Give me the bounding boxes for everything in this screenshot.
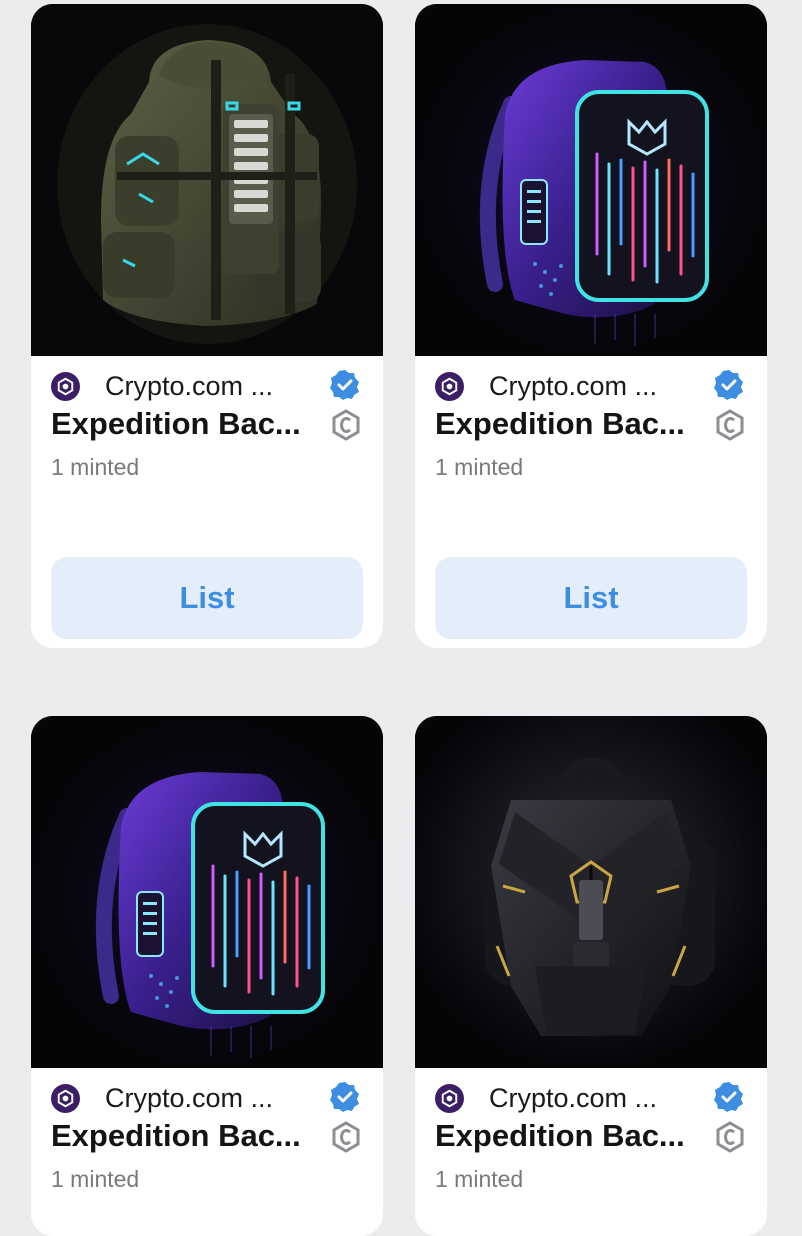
olive-green-expedition-backpack-image[interactable] bbox=[31, 4, 383, 356]
cro-coin-icon bbox=[716, 1121, 744, 1153]
verified-badge-icon bbox=[330, 1082, 359, 1112]
item-title: Expedition Bac... bbox=[51, 406, 301, 441]
title-row[interactable]: Expedition Bac... bbox=[435, 1118, 747, 1158]
collectibles-grid: Crypto.com ... Expedition Bac... 1 minte… bbox=[0, 0, 802, 1236]
creator-name: Crypto.com ... bbox=[105, 371, 274, 401]
creator-row[interactable]: Crypto.com ... bbox=[51, 1081, 363, 1115]
title-row[interactable]: Expedition Bac... bbox=[435, 406, 747, 446]
cro-coin-icon bbox=[716, 409, 744, 441]
cro-coin-icon bbox=[332, 409, 360, 441]
verified-badge-icon bbox=[714, 1082, 743, 1112]
verified-badge-icon bbox=[330, 370, 359, 400]
creator-name: Crypto.com ... bbox=[105, 1083, 274, 1113]
card-info: Crypto.com ... Expedition Bac... 1 minte… bbox=[415, 356, 767, 556]
minted-count: 1 minted bbox=[51, 1166, 140, 1192]
neon-purple-led-backpack-image[interactable] bbox=[31, 716, 383, 1068]
crypto-com-lion-logo-icon bbox=[51, 372, 80, 401]
item-title: Expedition Bac... bbox=[51, 1118, 301, 1153]
list-button[interactable]: List bbox=[435, 557, 747, 639]
title-row[interactable]: Expedition Bac... bbox=[51, 406, 363, 446]
creator-name: Crypto.com ... bbox=[489, 1083, 658, 1113]
crypto-com-lion-logo-icon bbox=[435, 1084, 464, 1113]
card-info: Crypto.com ... Expedition Bac... 1 minte… bbox=[31, 356, 383, 556]
nft-card[interactable]: Crypto.com ... Expedition Bac... 1 minte… bbox=[31, 716, 383, 1236]
minted-count: 1 minted bbox=[435, 454, 524, 480]
creator-name: Crypto.com ... bbox=[489, 371, 658, 401]
minted-count: 1 minted bbox=[51, 454, 140, 480]
creator-row[interactable]: Crypto.com ... bbox=[51, 369, 363, 403]
black-gold-armored-backpack-image[interactable] bbox=[415, 716, 767, 1068]
title-row[interactable]: Expedition Bac... bbox=[51, 1118, 363, 1158]
crypto-com-lion-logo-icon bbox=[51, 1084, 80, 1113]
card-info: Crypto.com ... Expedition Bac... 1 minte… bbox=[415, 1068, 767, 1236]
creator-row[interactable]: Crypto.com ... bbox=[435, 1081, 747, 1115]
cro-coin-icon bbox=[332, 1121, 360, 1153]
list-button[interactable]: List bbox=[51, 557, 363, 639]
nft-card[interactable]: Crypto.com ... Expedition Bac... 1 minte… bbox=[31, 4, 383, 648]
item-title: Expedition Bac... bbox=[435, 1118, 685, 1153]
verified-badge-icon bbox=[714, 370, 743, 400]
neon-purple-led-backpack-image[interactable] bbox=[415, 4, 767, 356]
creator-row[interactable]: Crypto.com ... bbox=[435, 369, 747, 403]
card-info: Crypto.com ... Expedition Bac... 1 minte… bbox=[31, 1068, 383, 1236]
minted-count: 1 minted bbox=[435, 1166, 524, 1192]
item-title: Expedition Bac... bbox=[435, 406, 685, 441]
nft-card[interactable]: Crypto.com ... Expedition Bac... 1 minte… bbox=[415, 4, 767, 648]
crypto-com-lion-logo-icon bbox=[435, 372, 464, 401]
nft-card[interactable]: Crypto.com ... Expedition Bac... 1 minte… bbox=[415, 716, 767, 1236]
